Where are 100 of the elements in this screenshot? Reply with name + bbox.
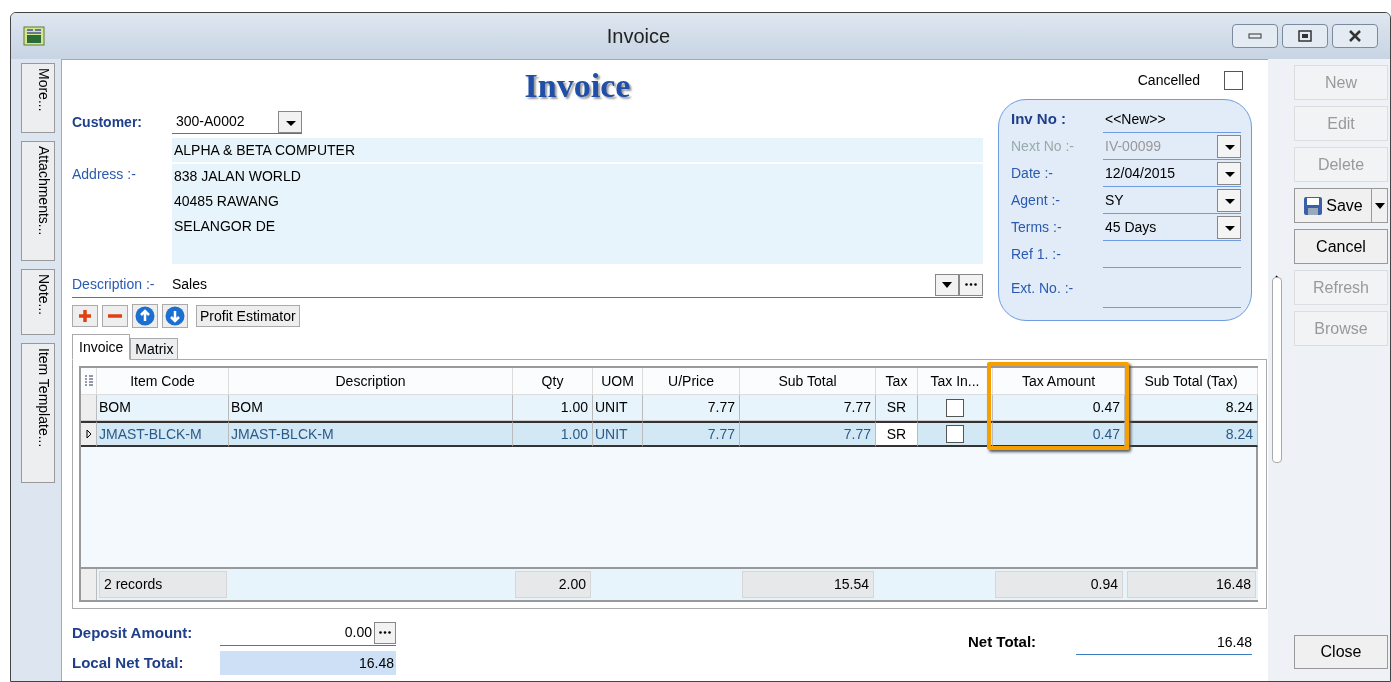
- dropdown-icon[interactable]: [1217, 215, 1241, 239]
- maximize-button[interactable]: [1282, 24, 1328, 48]
- minimize-icon: [1248, 33, 1262, 39]
- summary-cell: 2 records: [99, 571, 227, 598]
- field-label: Ref 1. :-: [1011, 245, 1062, 264]
- customer-label: Customer:: [72, 112, 143, 132]
- table-cell: SR: [876, 421, 918, 447]
- field-label: Agent :-: [1011, 191, 1062, 210]
- profit-estimator-button[interactable]: Profit Estimator: [196, 305, 300, 327]
- address-field[interactable]: 838 JALAN WORLD 40485 RAWANG SELANGOR DE: [172, 164, 983, 264]
- dropdown-icon[interactable]: [1217, 134, 1241, 158]
- table-cell: 7.77: [643, 395, 740, 421]
- dropdown-icon[interactable]: [1217, 161, 1241, 185]
- table-cell: 7.77: [740, 421, 876, 447]
- plus-icon: [79, 310, 91, 322]
- checkbox[interactable]: [946, 398, 964, 417]
- description-field[interactable]: Sales: [172, 274, 935, 295]
- address-label: Address :-: [72, 165, 137, 184]
- table-cell: BOM: [97, 395, 229, 421]
- summary-cell: 15.54: [742, 571, 874, 598]
- close-icon: [1347, 30, 1363, 42]
- dropdown-button[interactable]: [935, 273, 959, 296]
- close-button[interactable]: Close: [1294, 635, 1388, 669]
- company-name-field[interactable]: ALPHA & BETA COMPUTER: [172, 138, 983, 162]
- column-chooser-icon[interactable]: [84, 375, 93, 387]
- summary-cell: 16.48: [1127, 571, 1256, 598]
- row-selector: [81, 569, 97, 600]
- dropdown-field[interactable]: 12/04/2015: [1103, 160, 1241, 187]
- column-header[interactable]: Qty: [513, 368, 593, 395]
- ellipsis-icon: [379, 631, 391, 634]
- dropdown-button[interactable]: [1372, 188, 1388, 223]
- cancelled-checkbox[interactable]: [1224, 71, 1243, 90]
- deposit-field[interactable]: 0.00: [220, 620, 396, 646]
- table-cell: 1.00: [513, 421, 593, 447]
- net-total-field: 16.48: [1076, 629, 1252, 655]
- column-header[interactable]: U/Price: [643, 368, 740, 395]
- deposit-label: Deposit Amount:: [72, 622, 194, 643]
- table-cell: UNIT: [593, 395, 643, 421]
- save-button[interactable]: Save: [1294, 188, 1372, 223]
- window-title: Invoice: [606, 25, 671, 47]
- net-total-label: Net Total:: [968, 631, 1038, 652]
- dropdown-field[interactable]: SY: [1103, 187, 1241, 214]
- column-header[interactable]: Tax: [876, 368, 918, 395]
- current-row-icon: [85, 429, 92, 439]
- table-cell: JMAST-BLCK-M: [229, 421, 513, 447]
- column-header[interactable]: Tax In...: [918, 368, 993, 395]
- move-down-button[interactable]: [162, 304, 188, 328]
- form-heading: Invoice: [524, 65, 631, 106]
- caret-icon: [942, 281, 952, 288]
- local-net-total-field: 16.48: [220, 651, 396, 675]
- cancelled-label: Cancelled: [1137, 71, 1200, 90]
- table-cell: UNIT: [593, 421, 643, 447]
- ellipsis-icon: [965, 283, 977, 286]
- text-field[interactable]: <<New>>: [1103, 106, 1241, 133]
- field-label: Next No :-: [1011, 137, 1075, 156]
- tab[interactable]: Invoice: [72, 334, 131, 360]
- table-cell: JMAST-BLCK-M: [97, 421, 229, 447]
- dropdown-field[interactable]: 45 Days: [1103, 214, 1241, 241]
- caret-icon: [1374, 202, 1385, 209]
- field-label: Inv No :: [1011, 109, 1067, 130]
- close-button[interactable]: [1332, 24, 1378, 48]
- dropdown-icon[interactable]: [278, 110, 302, 133]
- column-header[interactable]: Description: [229, 368, 513, 395]
- customer-dropdown[interactable]: 300-A0002: [172, 110, 302, 134]
- summary-cell: 2.00: [515, 571, 591, 598]
- side-tab[interactable]: Note...: [21, 269, 55, 335]
- description-label: Description :-: [72, 275, 156, 294]
- table-cell: 0.47: [993, 395, 1125, 421]
- table-cell: 1.00: [513, 395, 593, 421]
- table-cell: SR: [876, 395, 918, 421]
- side-tab[interactable]: Attachments...: [21, 141, 55, 261]
- more-button[interactable]: [959, 273, 983, 296]
- local-net-total-label: Local Net Total:: [72, 652, 185, 673]
- scrollbar[interactable]: [1272, 277, 1282, 463]
- field-label: Date :-: [1011, 164, 1054, 183]
- table-cell: 0.47: [993, 421, 1125, 447]
- table-cell: 7.77: [740, 395, 876, 421]
- dropdown-icon[interactable]: [1217, 188, 1241, 212]
- column-header[interactable]: Tax Amount: [993, 368, 1125, 395]
- side-tab[interactable]: Item Template...: [21, 343, 55, 483]
- add-row-button[interactable]: [72, 305, 98, 327]
- column-header[interactable]: Item Code: [97, 368, 229, 395]
- column-header[interactable]: UOM: [593, 368, 643, 395]
- table-cell: BOM: [229, 395, 513, 421]
- move-up-button[interactable]: [132, 304, 158, 328]
- tab[interactable]: Matrix: [130, 338, 179, 360]
- field-label: Ext. No. :-: [1011, 278, 1075, 298]
- action-button[interactable]: Cancel: [1294, 229, 1388, 264]
- minus-icon: [108, 314, 122, 318]
- summary-cell: 0.94: [995, 571, 1123, 598]
- row-selector[interactable]: [81, 421, 97, 447]
- table-cell: 7.77: [643, 421, 740, 447]
- field-label: Terms :-: [1011, 218, 1063, 237]
- checkbox[interactable]: [946, 425, 964, 443]
- maximize-icon: [1298, 30, 1312, 42]
- side-tab[interactable]: More...: [21, 63, 55, 133]
- remove-row-button[interactable]: [102, 305, 128, 327]
- app-icon: [23, 25, 45, 47]
- column-header[interactable]: Sub Total: [740, 368, 876, 395]
- more-button[interactable]: [374, 621, 396, 644]
